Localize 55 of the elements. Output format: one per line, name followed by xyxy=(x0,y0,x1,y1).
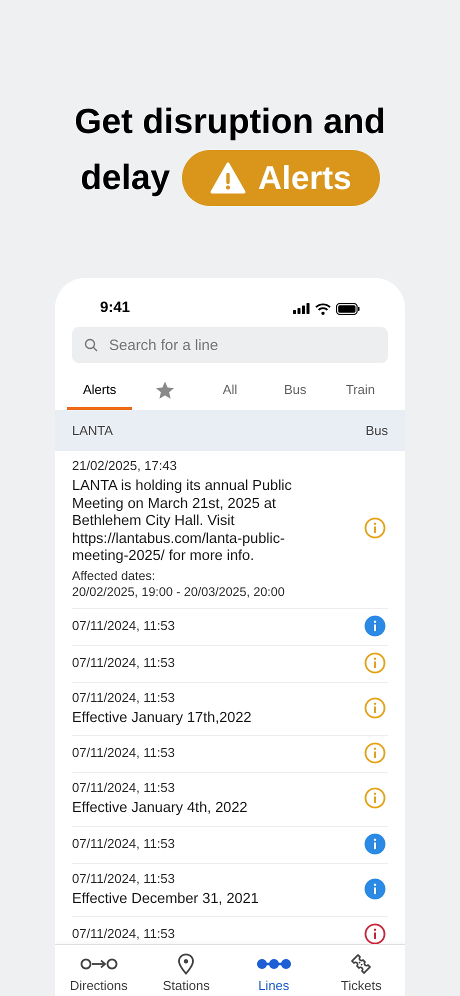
headline: Get disruption and xyxy=(74,101,386,143)
nav-tab[interactable]: Directions xyxy=(55,945,142,996)
info-outline-icon xyxy=(364,923,386,944)
route-icon xyxy=(80,957,118,971)
alerts-badge: Alerts xyxy=(182,150,380,206)
alert-row[interactable]: 07/11/2024, 11:53 xyxy=(72,646,388,682)
warning-icon xyxy=(210,162,246,194)
info-outline-icon xyxy=(364,742,386,764)
info-outline-icon xyxy=(364,696,386,719)
info-filled-icon xyxy=(364,832,386,854)
alert-row[interactable]: 07/11/2024, 11:53 xyxy=(72,826,388,864)
info-filled-icon xyxy=(364,614,386,636)
wifi-icon xyxy=(315,302,331,314)
alert-date: 07/11/2024, 11:53 xyxy=(72,834,176,852)
info-outline-icon xyxy=(364,517,386,540)
status-time: 9:41 xyxy=(100,298,130,318)
alert-row[interactable]: 07/11/2024, 11:53 xyxy=(72,736,388,773)
search-icon xyxy=(84,338,98,352)
star-icon xyxy=(154,380,175,400)
battery-icon xyxy=(336,302,360,314)
alert-date: 07/11/2024, 11:53 xyxy=(72,616,176,634)
search-field[interactable]: Search for a line xyxy=(72,327,388,363)
alert-row[interactable]: 07/11/2024, 11:53 Effective January 17th,2022 xyxy=(72,682,388,736)
alert-row[interactable]: 07/11/2024, 11:53 xyxy=(72,608,388,646)
headline: delay xyxy=(80,157,170,199)
affected-dates: 20/02/2025, 19:00 - 20/03/2025, 20:00 xyxy=(72,584,286,600)
signal-icon xyxy=(293,303,310,314)
nav-tab[interactable]: Lines xyxy=(230,945,318,996)
transit-mode: Bus xyxy=(366,422,388,440)
alert-date: 07/11/2024, 11:53 xyxy=(72,779,176,797)
info-outline-icon xyxy=(364,652,386,674)
filter-tab[interactable]: Bus xyxy=(262,373,328,410)
alert-date: 07/11/2024, 11:53 xyxy=(72,925,176,943)
alert-message: Effective January 4th, 2022 xyxy=(72,800,248,818)
map-pin-icon xyxy=(177,953,196,975)
alert-date: 21/02/2025, 17:43 xyxy=(72,457,178,475)
alert-message: LANTA is holding its annual Public Meeting on March 21st, 2025 at Bethlehem City Hall. Visit https://lantabus.com/lanta-public-meeting-2025/ for more info. xyxy=(72,478,293,566)
alert-date: 07/11/2024, 11:53 xyxy=(72,744,176,762)
alert-row[interactable]: 07/11/2024, 11:53 Effective January 4th, 2022 xyxy=(72,773,388,826)
alert-date: 07/11/2024, 11:53 xyxy=(72,654,176,672)
filter-tab[interactable]: All xyxy=(197,373,263,410)
info-outline-icon xyxy=(364,787,386,810)
alert-message: Effective December 31, 2021 xyxy=(72,890,260,908)
filter-tab[interactable]: Train xyxy=(328,373,394,410)
agency-name: LANTA xyxy=(72,422,113,440)
alert-row[interactable]: 07/11/2024, 11:53 Effective December 31, 2021 xyxy=(72,864,388,917)
nav-tab[interactable]: Stations xyxy=(142,945,230,996)
line-stops-icon xyxy=(256,958,292,970)
info-filled-icon xyxy=(364,878,386,900)
alert-date: 07/11/2024, 11:53 xyxy=(72,870,176,888)
alert-date: 07/11/2024, 11:53 xyxy=(72,688,176,706)
alert-message: Effective January 17th,2022 xyxy=(72,710,252,727)
ticket-icon xyxy=(350,953,372,975)
nav-tab[interactable]: Tickets xyxy=(318,945,405,996)
affected-label: Affected dates: xyxy=(72,568,156,584)
